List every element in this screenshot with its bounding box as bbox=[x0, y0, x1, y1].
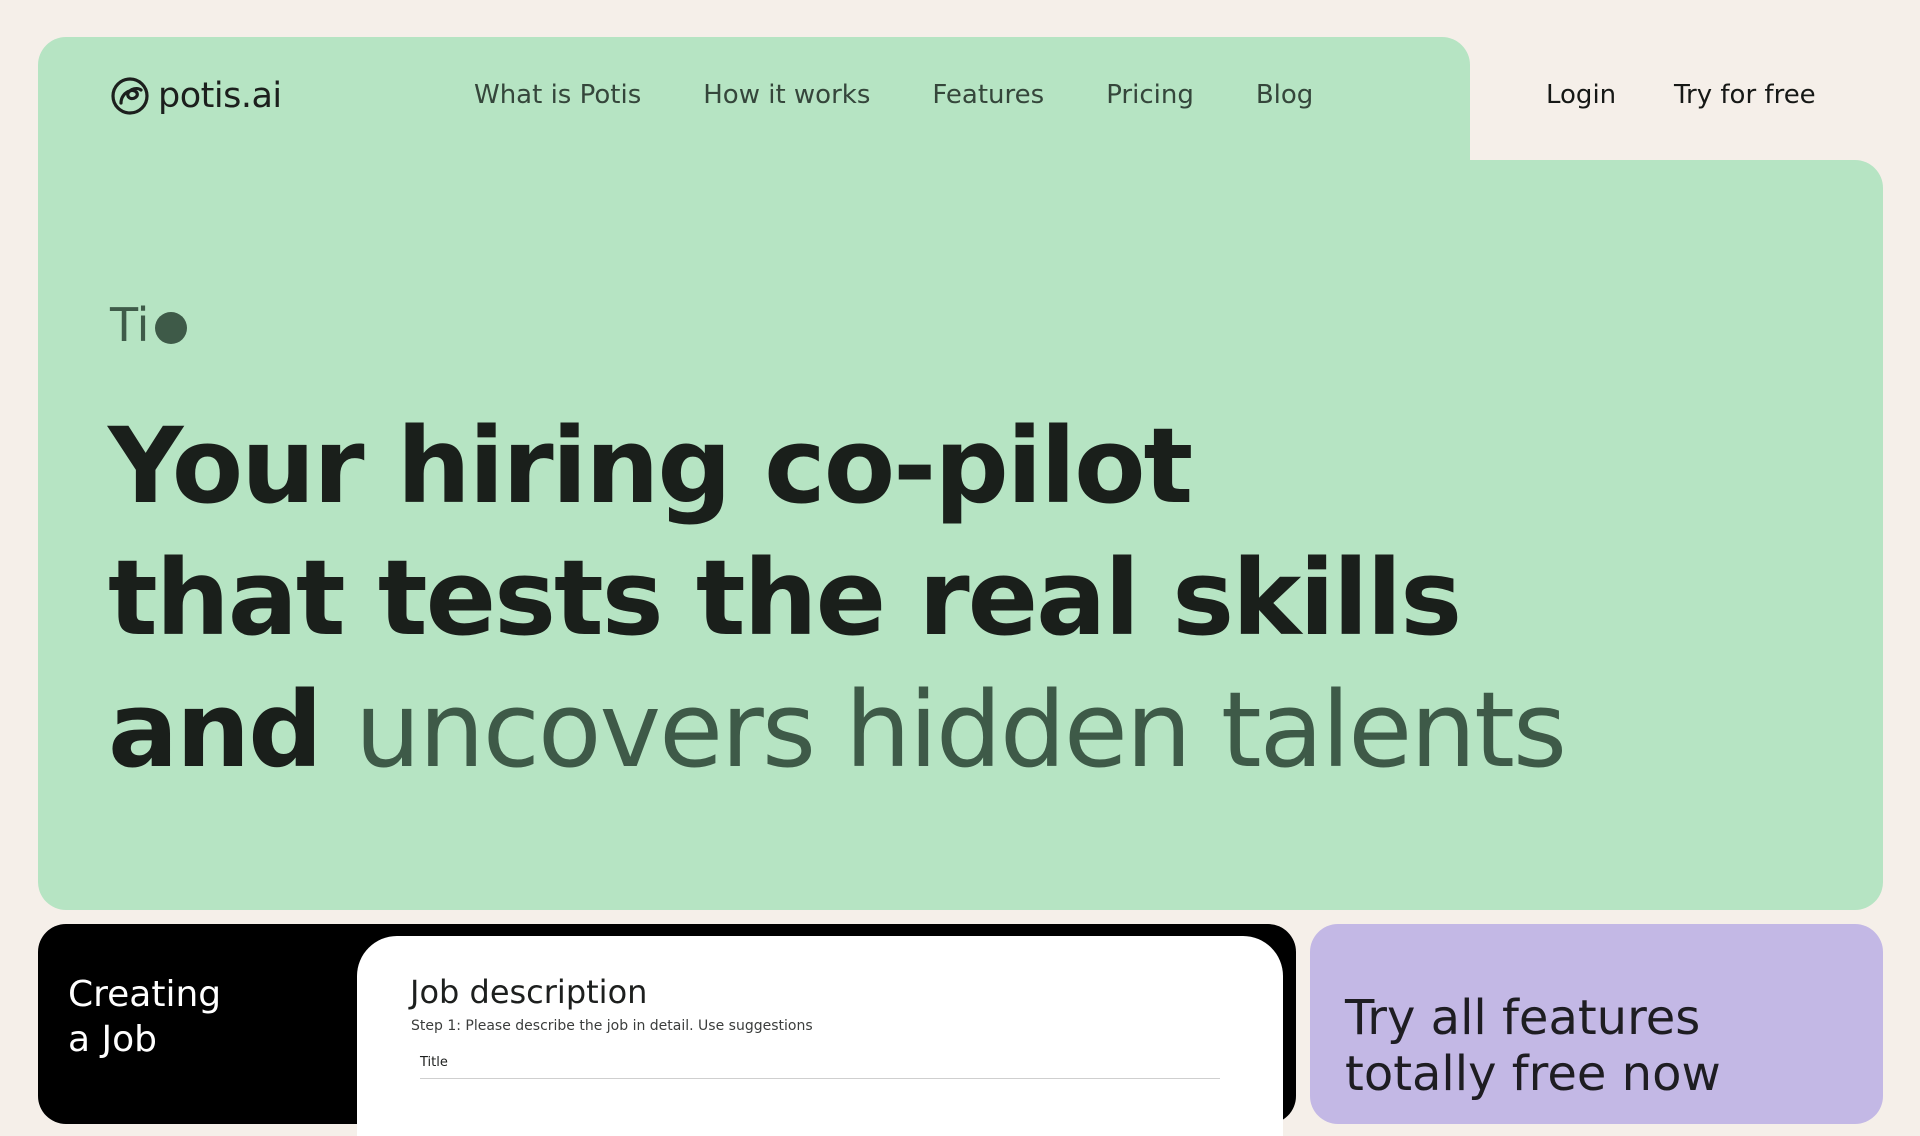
job-panel-subtitle: Step 1: Please describe the job in detai… bbox=[411, 1018, 813, 1034]
nav-how-it-works[interactable]: How it works bbox=[703, 80, 870, 110]
title-field-label: Title bbox=[420, 1055, 448, 1070]
promo-text: Try all features totally free now bbox=[1345, 990, 1721, 1102]
headline-line-1: Your hiring co-pilot bbox=[108, 405, 1193, 527]
typing-cursor-dot bbox=[155, 312, 188, 344]
brand-logo[interactable]: potis.ai bbox=[110, 76, 282, 116]
nav-blog[interactable]: Blog bbox=[1256, 80, 1313, 110]
hero-headline: Your hiring co-pilot that tests the real… bbox=[108, 400, 1567, 796]
nav-pricing[interactable]: Pricing bbox=[1106, 80, 1194, 110]
headline-line-2: that tests the real skills bbox=[108, 537, 1462, 659]
nav-what-is-potis[interactable]: What is Potis bbox=[474, 80, 641, 110]
nav-features[interactable]: Features bbox=[932, 80, 1044, 110]
job-description-panel bbox=[357, 936, 1283, 1136]
headline-line-3-plain: and bbox=[108, 669, 323, 791]
brand-name: potis.ai bbox=[158, 76, 282, 116]
try-for-free-link[interactable]: Try for free bbox=[1674, 80, 1816, 110]
job-card-title: Creating a Job bbox=[68, 974, 222, 1060]
login-link[interactable]: Login bbox=[1546, 80, 1616, 110]
main-nav: What is Potis How it works Features Pric… bbox=[474, 80, 1313, 110]
title-field-input[interactable] bbox=[420, 1078, 1220, 1079]
potis-logo-icon bbox=[111, 77, 149, 115]
headline-accent: uncovers hidden talents bbox=[354, 669, 1567, 791]
job-panel-title: Job description bbox=[410, 973, 648, 1011]
hero-eyebrow-text: Ti bbox=[110, 298, 150, 352]
headline-line-3: and uncovers hidden talents bbox=[108, 664, 1567, 796]
hero-eyebrow: Ti bbox=[110, 298, 188, 352]
